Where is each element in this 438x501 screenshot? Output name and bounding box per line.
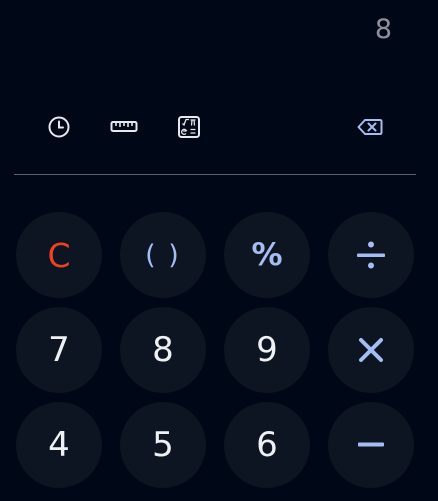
ruler-icon [110,121,138,132]
digit-4-button[interactable]: 4 [16,402,102,488]
percent-button[interactable]: % [224,212,310,298]
multiply-button[interactable]: × [328,307,414,393]
clear-label: C [47,235,71,275]
scientific-functions-icon [178,116,200,138]
history-button[interactable] [41,109,77,145]
clear-button[interactable]: C [16,212,102,298]
digit-4-label: 4 [48,425,70,465]
subtract-button[interactable]: − [328,402,414,488]
digit-5-label: 5 [152,425,174,465]
parentheses-label: ( ) [145,239,181,271]
digit-7-label: 7 [48,330,70,370]
digit-7-button[interactable]: 7 [16,307,102,393]
multiply-icon [359,338,383,362]
unit-converter-button[interactable] [106,109,142,145]
percent-label: % [251,236,283,273]
parentheses-button[interactable]: ( ) [120,212,206,298]
backspace-icon [357,119,383,135]
digit-6-label: 6 [256,425,278,465]
digit-8-label: 8 [152,330,174,370]
digit-9-button[interactable]: 9 [224,307,310,393]
divide-icon [357,241,385,269]
digit-9-label: 9 [256,330,278,370]
digit-8-button[interactable]: 8 [120,307,206,393]
scientific-mode-button[interactable] [171,109,207,145]
digit-6-button[interactable]: 6 [224,402,310,488]
history-icon [48,116,70,138]
divider [14,174,416,175]
minus-icon [358,442,384,447]
divide-button[interactable]: ÷ [328,212,414,298]
digit-5-button[interactable]: 5 [120,402,206,488]
backspace-button[interactable] [352,109,388,145]
result-display: 8 [374,14,392,45]
